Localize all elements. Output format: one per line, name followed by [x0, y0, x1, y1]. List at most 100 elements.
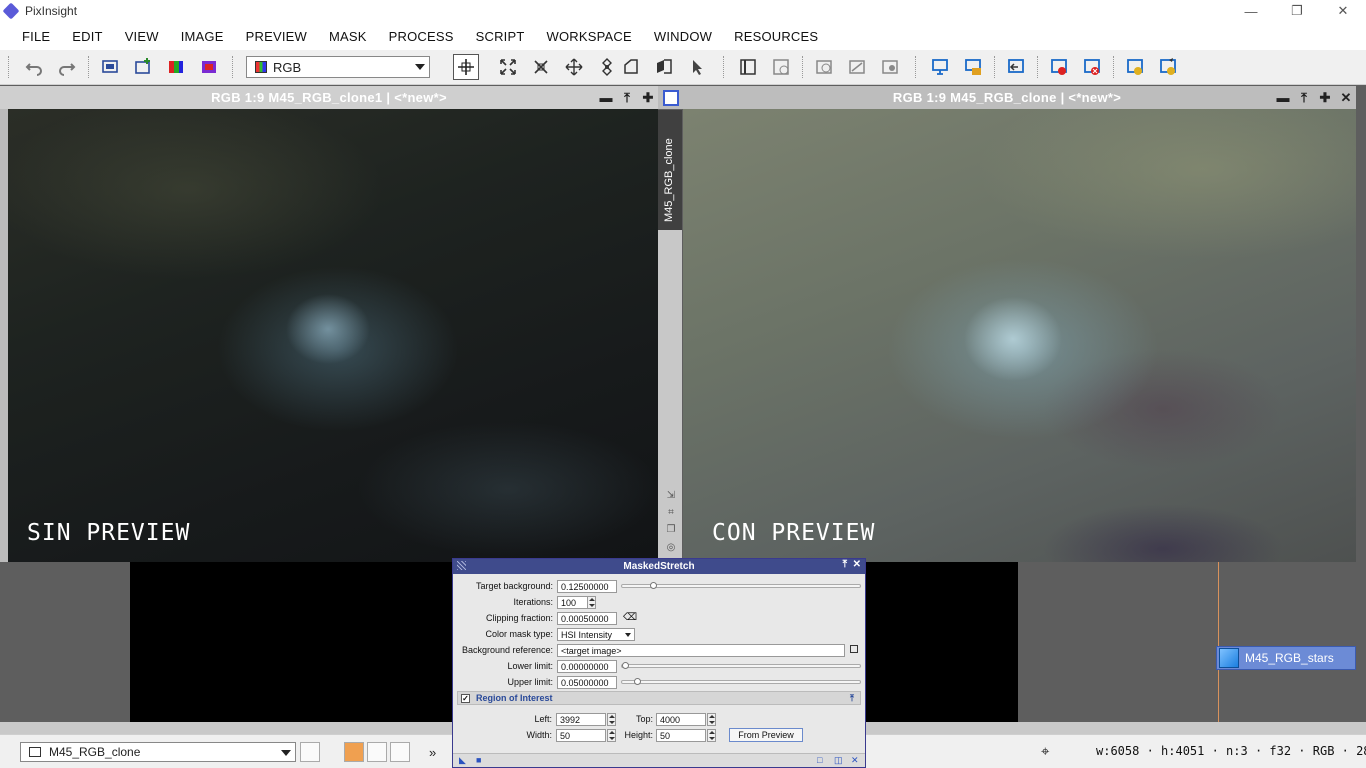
workspace-image-icon[interactable]: M45_RGB_stars: [1216, 646, 1356, 670]
target-background-slider[interactable]: [621, 582, 861, 589]
upper-limit-input[interactable]: 0.05000000: [557, 676, 617, 689]
image-canvas[interactable]: SIN PREVIEW: [8, 109, 658, 562]
image-window-right[interactable]: RGB 1:9 M45_RGB_clone | <*new*> ▬ ⤒ ✚ ✕ …: [658, 86, 1356, 562]
maskedstretch-dialog[interactable]: MaskedStretch ⤒ ✕ Target background: 0.1…: [452, 558, 866, 768]
screen-icon[interactable]: [928, 56, 952, 78]
move-mode-icon[interactable]: [595, 56, 619, 78]
close-all-icon[interactable]: [1080, 56, 1104, 78]
fit-view-icon[interactable]: [496, 56, 520, 78]
target-tool-icon[interactable]: ◎: [665, 542, 677, 554]
color-swatch-orange[interactable]: [344, 742, 364, 762]
image-window-icon[interactable]: [98, 56, 122, 78]
roi-top-spinner[interactable]: [707, 713, 716, 726]
shade-icon[interactable]: ⤒: [617, 86, 637, 109]
browse-icon[interactable]: ◫: [834, 756, 843, 765]
screen-24bit-icon[interactable]: [961, 56, 985, 78]
view-select[interactable]: M45_RGB_clone: [20, 742, 296, 762]
menu-image[interactable]: IMAGE: [170, 29, 235, 44]
iterations-spinner[interactable]: [587, 596, 596, 609]
hazard-arrow-icon[interactable]: [1156, 56, 1180, 78]
apply-icon[interactable]: ■: [476, 756, 485, 765]
minimize-icon[interactable]: ▬: [596, 86, 616, 109]
more-icon[interactable]: »: [429, 745, 436, 760]
slider-knob[interactable]: [650, 582, 657, 589]
clipping-fraction-input[interactable]: 0.00050000: [557, 612, 617, 625]
maximize-button[interactable]: ❐: [1274, 0, 1320, 22]
color-swatch-blank[interactable]: [390, 742, 410, 762]
slider-knob[interactable]: [622, 662, 629, 669]
mask-invert-icon[interactable]: [769, 56, 793, 78]
background-reference-input[interactable]: <target image>: [557, 644, 845, 657]
preview-icon[interactable]: □: [817, 756, 826, 765]
image-window-title[interactable]: RGB 1:9 M45_RGB_clone1 | <*new*>: [0, 86, 658, 109]
preview-mode-icon[interactable]: [652, 56, 676, 78]
menu-edit[interactable]: EDIT: [61, 29, 113, 44]
close-window-icon[interactable]: [1047, 56, 1071, 78]
close-button[interactable]: ✕: [1320, 0, 1366, 22]
pointer-icon[interactable]: [685, 56, 709, 78]
color-mask-type-select[interactable]: HSI Intensity: [557, 628, 635, 641]
image-window-left[interactable]: RGB 1:9 M45_RGB_clone1 | <*new*> ▬ ⤒ ✚ S…: [0, 86, 658, 562]
new-instance-icon[interactable]: ◣: [459, 756, 468, 765]
roi-height-input[interactable]: 50: [656, 729, 706, 742]
undo-icon[interactable]: [22, 56, 46, 78]
image-canvas[interactable]: CON PREVIEW: [683, 109, 1356, 562]
target-background-input[interactable]: 0.12500000: [557, 580, 617, 593]
color-swatch-blank[interactable]: [367, 742, 387, 762]
crosshair-mode-icon[interactable]: [453, 54, 479, 80]
menu-file[interactable]: FILE: [11, 29, 61, 44]
redo-icon[interactable]: [55, 56, 79, 78]
readout-mode-icon[interactable]: [619, 56, 643, 78]
menu-resources[interactable]: RESOURCES: [723, 29, 829, 44]
lower-limit-slider[interactable]: [621, 662, 861, 669]
menu-workspace[interactable]: WORKSPACE: [536, 29, 643, 44]
mask-show-icon[interactable]: [736, 56, 760, 78]
view-mode-button[interactable]: [300, 742, 320, 762]
dialog-title-bar[interactable]: MaskedStretch ⤒ ✕: [453, 559, 865, 574]
image-window-title[interactable]: RGB 1:9 M45_RGB_clone | <*new*>: [658, 86, 1356, 109]
side-tab[interactable]: M45_RGB_clone: [658, 110, 682, 230]
zoom-fit-icon[interactable]: [529, 56, 553, 78]
minimize-icon[interactable]: ▬: [1273, 86, 1293, 109]
lower-limit-input[interactable]: 0.00000000: [557, 660, 617, 673]
stf-reset-icon[interactable]: [878, 56, 902, 78]
roi-section-header[interactable]: ✓ Region of Interest ⤒: [457, 691, 861, 705]
menu-process[interactable]: PROCESS: [378, 29, 465, 44]
roi-checkbox[interactable]: ✓: [461, 693, 470, 703]
channel-select[interactable]: RGB: [246, 56, 430, 78]
menu-preview[interactable]: PREVIEW: [235, 29, 318, 44]
copy-tool-icon[interactable]: ❐: [665, 524, 677, 536]
mask-tool-icon[interactable]: ⇲: [665, 490, 677, 502]
from-preview-button[interactable]: From Preview: [729, 728, 803, 742]
rgb-channels-icon[interactable]: [164, 56, 188, 78]
shade-icon[interactable]: ⤒: [843, 559, 847, 570]
collapse-icon[interactable]: ⤒: [850, 693, 854, 704]
color-channels-icon[interactable]: [197, 56, 221, 78]
new-image-icon[interactable]: [131, 56, 155, 78]
zoom-tool-icon[interactable]: ⌗: [665, 507, 677, 519]
menu-script[interactable]: SCRIPT: [465, 29, 536, 44]
window-icon[interactable]: [663, 90, 679, 106]
menu-mask[interactable]: MASK: [318, 29, 378, 44]
menu-view[interactable]: VIEW: [114, 29, 170, 44]
maximize-icon[interactable]: ✚: [638, 86, 658, 109]
reset-dialog-icon[interactable]: ✕: [851, 756, 860, 765]
stf-link-icon[interactable]: [812, 56, 836, 78]
slider-knob[interactable]: [634, 678, 641, 685]
menu-window[interactable]: WINDOW: [643, 29, 723, 44]
stf-auto-icon[interactable]: [845, 56, 869, 78]
roi-top-input[interactable]: 4000: [656, 713, 706, 726]
reset-icon[interactable]: ⌫: [623, 612, 637, 623]
upper-limit-slider[interactable]: [621, 678, 861, 685]
maximize-icon[interactable]: ✚: [1315, 86, 1335, 109]
close-icon[interactable]: ✕: [1336, 86, 1356, 109]
select-view-icon[interactable]: [850, 645, 858, 653]
roi-height-spinner[interactable]: [707, 729, 716, 742]
shade-icon[interactable]: ⤒: [1294, 86, 1314, 109]
hazard-icon[interactable]: [1123, 56, 1147, 78]
iterations-input[interactable]: 100: [557, 596, 589, 609]
pan-mode-icon[interactable]: [562, 56, 586, 78]
minimize-button[interactable]: —: [1228, 0, 1274, 22]
window-arrow-icon[interactable]: [1004, 56, 1028, 78]
close-icon[interactable]: ✕: [853, 559, 861, 570]
